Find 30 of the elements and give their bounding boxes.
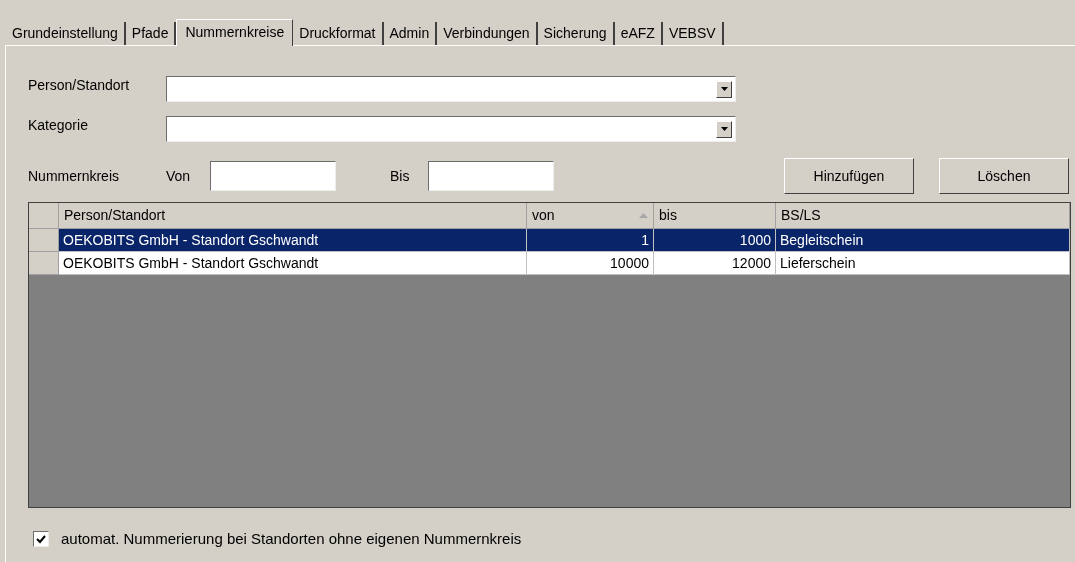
tab[interactable]: Admin: [383, 22, 438, 45]
tab[interactable]: eAFZ: [614, 22, 663, 45]
tab[interactable]: Nummernkreise: [176, 19, 294, 46]
checkbox-label: automat. Nummerierung bei Standorten ohne eigenen Nummernkreis: [61, 529, 522, 549]
bis-input[interactable]: [428, 161, 554, 191]
dropdown-field[interactable]: [166, 116, 736, 142]
von-input[interactable]: [210, 161, 336, 191]
tab[interactable]: VEBSV: [662, 22, 724, 45]
table-cell: 12000: [654, 252, 776, 275]
table-row[interactable]: OEKOBITS GmbH - Standort Gschwandt 10000 12000 Lieferschein: [29, 252, 1070, 275]
field-label: Bis: [390, 166, 411, 186]
field-label: Person/Standort: [28, 75, 131, 95]
checkmark-icon: [36, 534, 46, 544]
row-header: [29, 252, 59, 275]
tab[interactable]: Sicherung: [537, 22, 615, 45]
tab[interactable]: Verbindungen: [437, 22, 538, 45]
dropdown-field[interactable]: [166, 76, 736, 102]
action-button[interactable]: Löschen: [939, 158, 1069, 194]
sort-ascending-icon: [639, 213, 648, 218]
table-cell: 10000: [527, 252, 654, 275]
table-cell: Lieferschein: [776, 252, 1070, 275]
checkbox[interactable]: [33, 531, 49, 548]
field-label: Nummernkreis: [28, 166, 120, 186]
tab[interactable]: Druckformat: [293, 22, 384, 45]
action-button[interactable]: Hinzufügen: [784, 158, 914, 194]
table-cell: OEKOBITS GmbH - Standort Gschwandt: [59, 252, 527, 275]
table-row[interactable]: OEKOBITS GmbH - Standort Gschwandt 1 1000 Begleitschein: [29, 229, 1070, 252]
tab[interactable]: Grundeinstellung: [6, 22, 126, 45]
field-label: Kategorie: [28, 115, 89, 135]
field-label: Von: [166, 166, 192, 186]
